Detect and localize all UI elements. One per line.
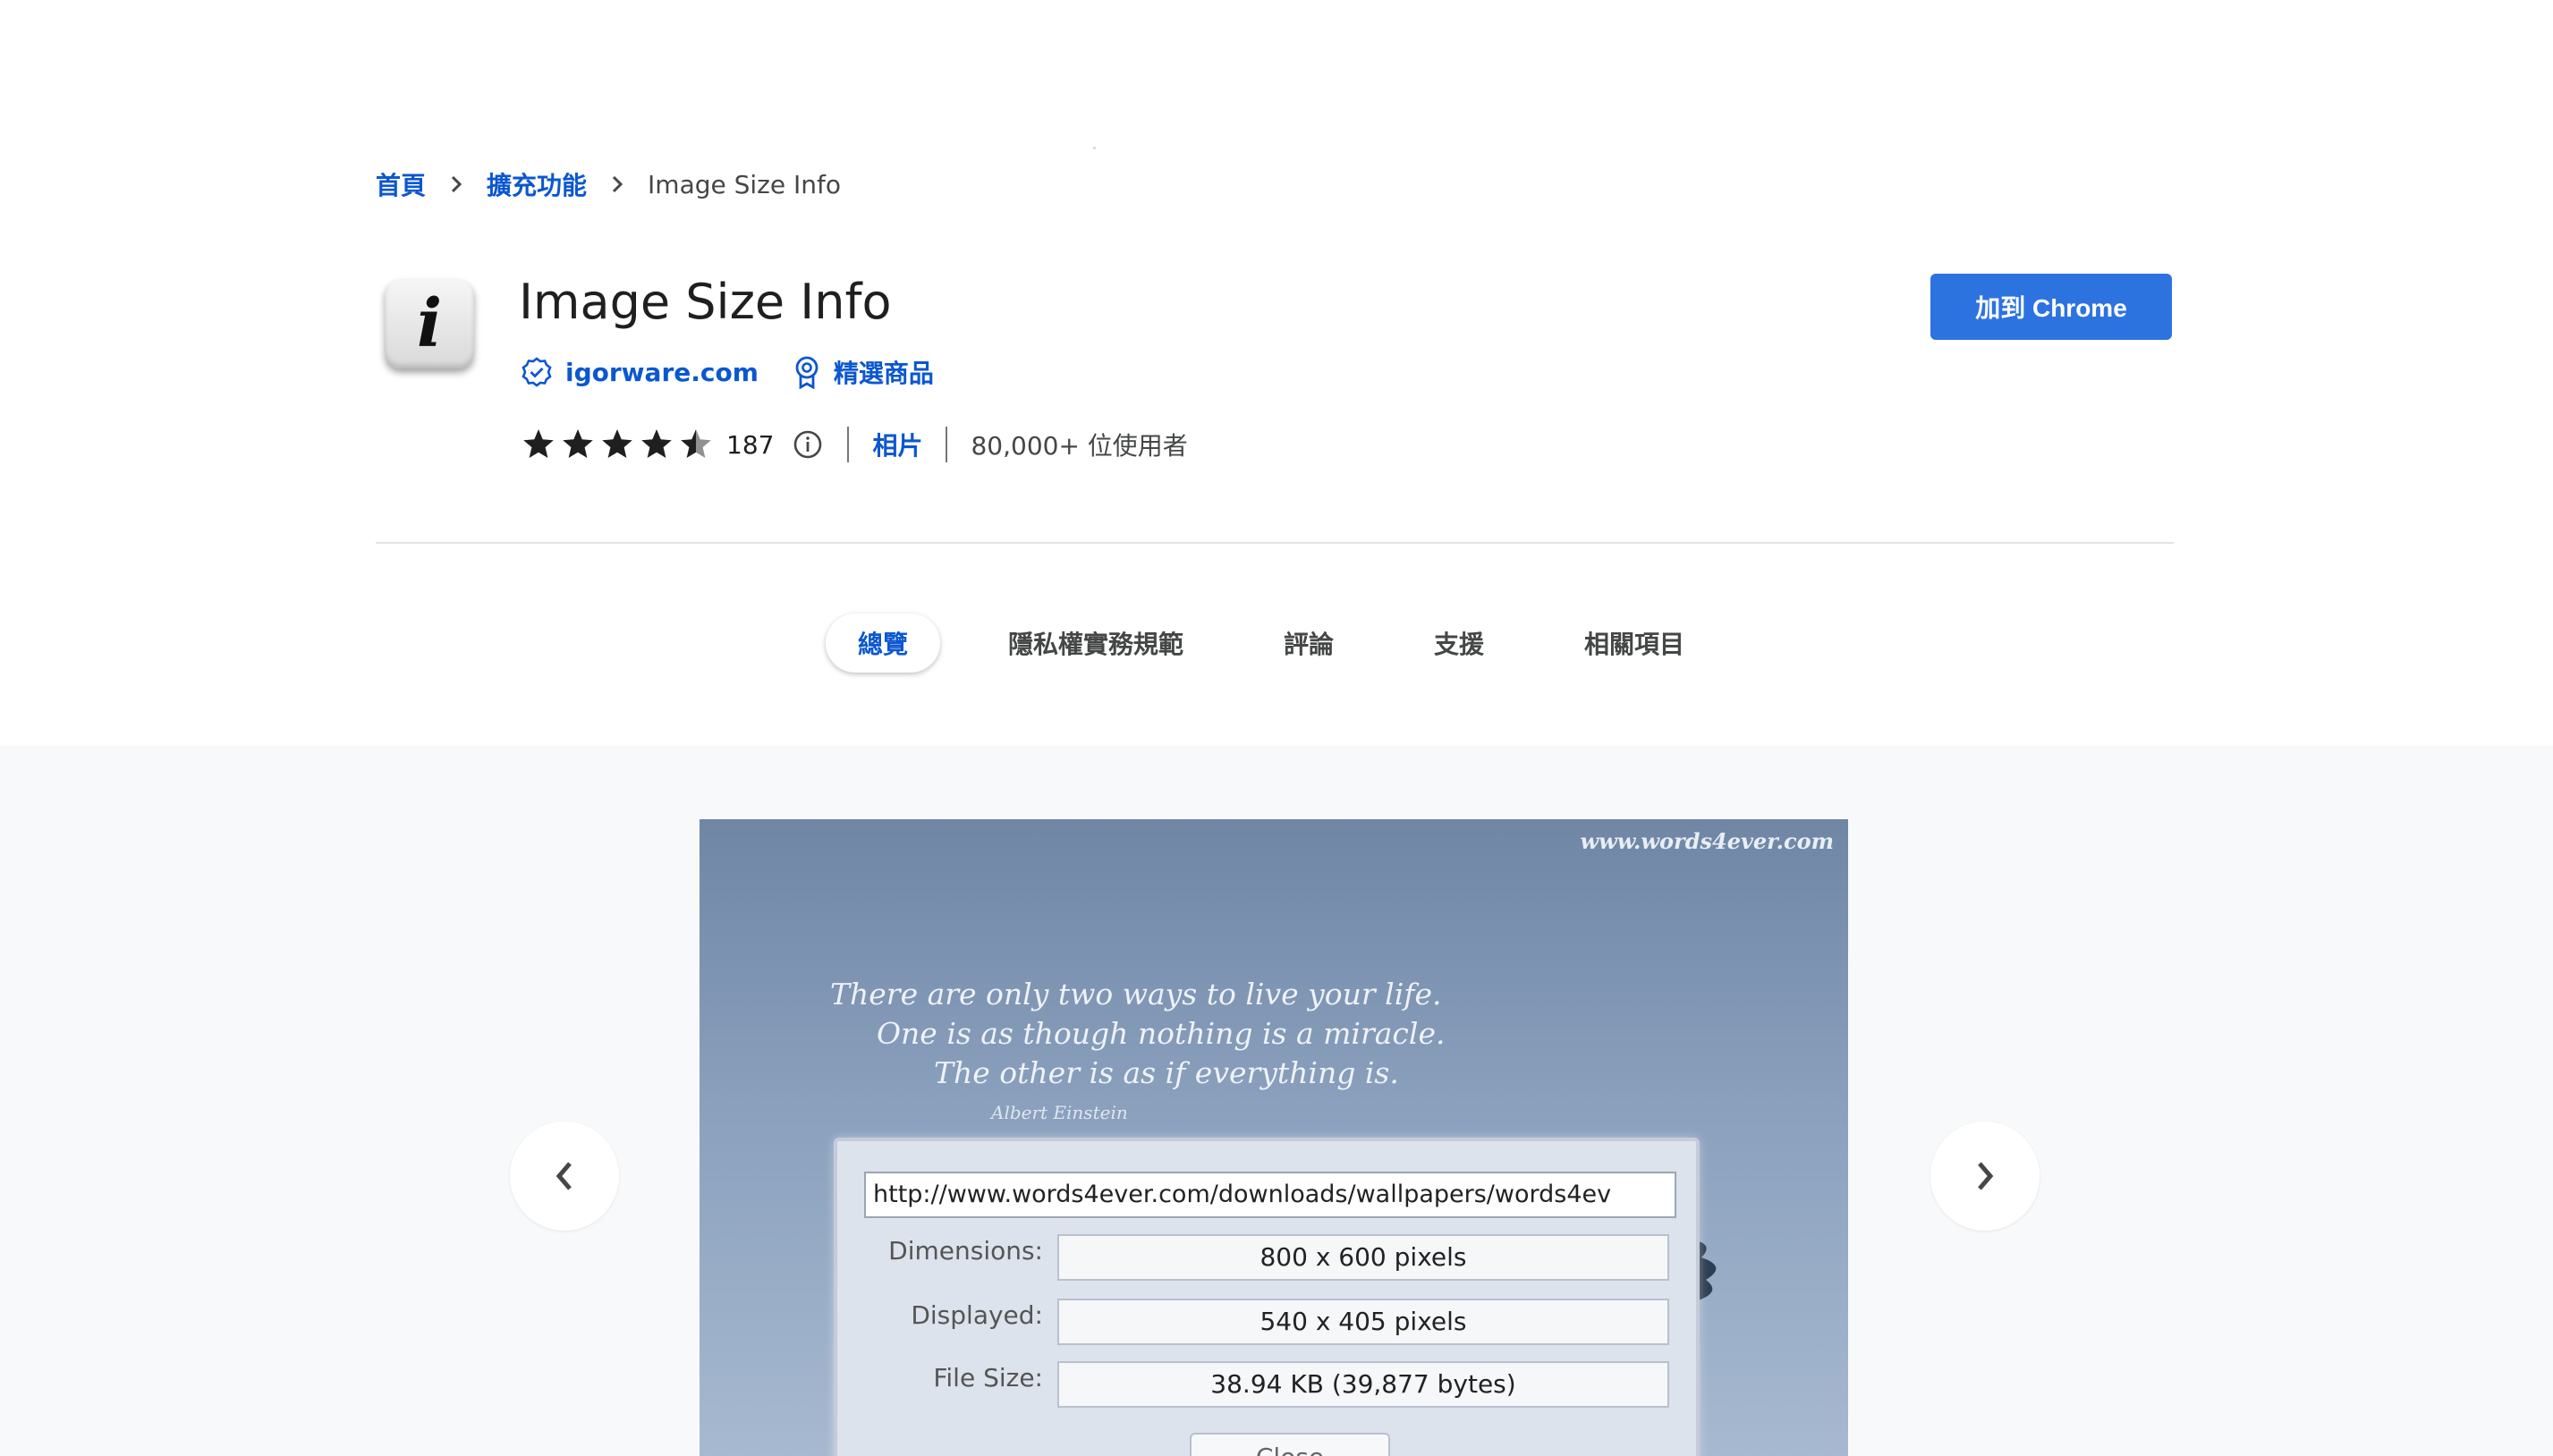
gallery-screenshot[interactable]: www.words4ever.com There are only two wa… bbox=[700, 819, 1848, 1456]
gallery-next-button[interactable] bbox=[1930, 1122, 2040, 1231]
quote-line: There are only two ways to live your lif… bbox=[830, 977, 1442, 1012]
header-divider bbox=[376, 542, 2174, 544]
info-icon[interactable] bbox=[792, 428, 824, 461]
featured-label: 精選商品 bbox=[833, 359, 934, 388]
publisher-link[interactable]: igorware.com bbox=[521, 356, 759, 388]
chevron-right-icon bbox=[610, 174, 624, 194]
url-field: http://www.words4ever.com/downloads/wall… bbox=[864, 1172, 1676, 1218]
quote-line: The other is as if everything is. bbox=[934, 1055, 1399, 1090]
breadcrumb-extensions-link[interactable]: 擴充功能 bbox=[487, 166, 587, 202]
image-info-dialog: http://www.words4ever.com/downloads/wall… bbox=[834, 1138, 1700, 1456]
tab-0[interactable]: 總覽 bbox=[825, 614, 940, 673]
extension-logo-glyph: i bbox=[416, 285, 443, 362]
dimensions-value: 800 x 600 pixels bbox=[1057, 1234, 1669, 1281]
breadcrumb-current: Image Size Info bbox=[648, 169, 841, 199]
tab-bar: 總覽 隱私權實務規範 評論 支援 相關項目 bbox=[0, 614, 2553, 673]
rating-row: 187 相片 80,000+ 位使用者 bbox=[521, 424, 1188, 465]
extension-title: Image Size Info bbox=[519, 274, 892, 330]
dialog-close-button: Close bbox=[1190, 1433, 1390, 1456]
divider-dot bbox=[1093, 147, 1096, 149]
dimensions-label: Dimensions: bbox=[888, 1236, 1043, 1266]
tab-1[interactable]: 隱私權實務規範 bbox=[976, 614, 1216, 673]
publisher-name: igorware.com bbox=[565, 357, 759, 387]
featured-badge[interactable]: 精選商品 bbox=[793, 354, 934, 390]
award-icon bbox=[795, 356, 818, 389]
add-to-chrome-button[interactable]: 加到 Chrome bbox=[1930, 274, 2172, 340]
extension-meta: igorware.com 精選商品 bbox=[521, 354, 968, 390]
star-icon bbox=[602, 429, 632, 458]
displayed-value: 540 x 405 pixels bbox=[1057, 1299, 1669, 1345]
divider bbox=[847, 427, 850, 462]
star-icon bbox=[523, 429, 554, 458]
verified-icon bbox=[522, 357, 552, 387]
watermark-text: www.words4ever.com bbox=[1580, 828, 1834, 854]
quote-author: Albert Einstein bbox=[991, 1102, 1128, 1123]
star-icon bbox=[681, 429, 711, 458]
rating-count[interactable]: 187 bbox=[726, 430, 774, 460]
tab-2[interactable]: 評論 bbox=[1251, 614, 1366, 673]
displayed-label: Displayed: bbox=[911, 1300, 1043, 1330]
tab-4[interactable]: 相關項目 bbox=[1552, 614, 1717, 673]
rating-stars[interactable] bbox=[521, 427, 714, 462]
filesize-label: File Size: bbox=[933, 1363, 1043, 1393]
star-icon bbox=[563, 429, 593, 458]
breadcrumb-home-link[interactable]: 首頁 bbox=[376, 166, 426, 202]
extension-logo: i bbox=[385, 279, 474, 368]
chevron-left-icon bbox=[556, 1162, 572, 1190]
divider bbox=[946, 427, 948, 462]
chevron-right-icon bbox=[1978, 1162, 1994, 1190]
tab-3[interactable]: 支援 bbox=[1402, 614, 1516, 673]
quote-line: One is as though nothing is a miracle. bbox=[877, 1016, 1446, 1051]
category-link[interactable]: 相片 bbox=[872, 427, 922, 462]
breadcrumb: 首頁 擴充功能 Image Size Info bbox=[376, 165, 841, 204]
user-count: 80,000+ 位使用者 bbox=[971, 431, 1188, 461]
star-icon bbox=[641, 429, 672, 458]
chevron-right-icon bbox=[449, 174, 463, 194]
filesize-value: 38.94 KB (39,877 bytes) bbox=[1057, 1361, 1669, 1408]
gallery-prev-button[interactable] bbox=[510, 1122, 619, 1231]
